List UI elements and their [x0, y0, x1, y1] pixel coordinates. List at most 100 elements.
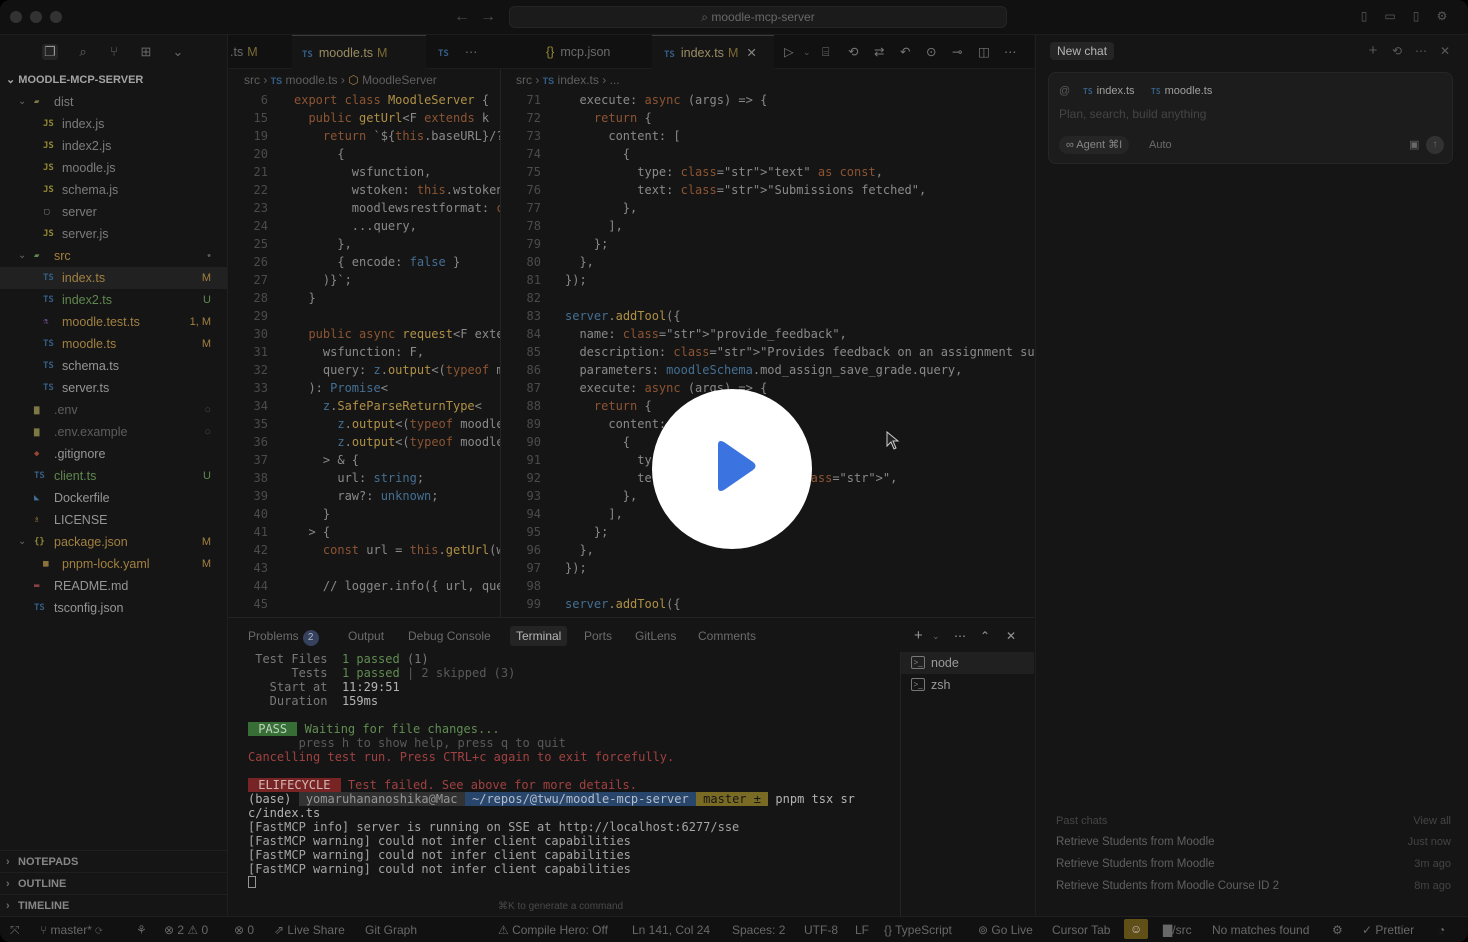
chevron-down-icon[interactable]: ⌄ — [803, 35, 811, 69]
folder-open-icon[interactable]: ⌸ — [822, 35, 830, 69]
tab-mcp-json[interactable]: {} mcp.json — [528, 35, 652, 69]
more-icon[interactable]: ⋯ — [1004, 35, 1017, 69]
problems-status[interactable]: ⊗ 2 ⚠ 0 — [164, 921, 208, 939]
add-icon[interactable]: + — [1366, 43, 1380, 58]
terminal-output[interactable]: Test Files 1 passed (1) Tests 1 passed |… — [248, 652, 903, 902]
file-row[interactable]: TS schema.ts — [0, 355, 227, 377]
gear-icon[interactable]: ⚙ — [1332, 921, 1343, 939]
gear-icon[interactable]: ⚙ — [1435, 9, 1449, 23]
tab-previous[interactable]: .ts M — [228, 35, 292, 69]
terminal-item-node[interactable]: >_ node — [901, 652, 1034, 674]
model-select[interactable]: Auto — [1149, 136, 1172, 154]
past-chat-item[interactable]: Retrieve Students from Moodle Just now — [1056, 836, 1451, 848]
chat-input-box[interactable]: @ TS index.ts TS moodle.ts Plan, search, b… — [1048, 72, 1453, 164]
chat-input-placeholder[interactable]: Plan, search, build anything — [1059, 107, 1206, 121]
prettier-status[interactable]: ✓ Prettier — [1362, 921, 1414, 939]
tab-overflow[interactable]: TS ⋯ — [426, 35, 516, 69]
folder-package-json[interactable]: ⌄{} package.json M — [0, 531, 227, 553]
close-icon[interactable]: ✕ — [1006, 626, 1016, 646]
go-live-status[interactable]: ⊚ Go Live — [978, 921, 1033, 939]
close-window-icon[interactable] — [10, 11, 22, 23]
section-notepads[interactable]: NOTEPADS — [0, 850, 228, 873]
commit-icon[interactable]: ⊙ — [926, 35, 936, 69]
file-row[interactable]: ◆ .gitignore — [0, 443, 227, 465]
folder-src[interactable]: ⌄ ▰ src • — [0, 245, 227, 267]
minimize-window-icon[interactable] — [30, 11, 42, 23]
copilot-icon[interactable]: ☺ — [1124, 919, 1149, 939]
search-matches-status[interactable]: No matches found — [1212, 921, 1309, 939]
image-icon[interactable]: ▣ — [1409, 137, 1419, 153]
maximize-panel-icon[interactable]: ⌃ — [980, 626, 990, 646]
file-row[interactable]: ♗ LICENSE — [0, 509, 227, 531]
file-row[interactable]: TS index2.ts U — [0, 289, 227, 311]
file-row[interactable]: ◣ Dockerfile — [0, 487, 227, 509]
tab-problems[interactable]: Problems 2 — [248, 626, 319, 646]
toggle-sidebar-icon[interactable]: ▯ — [1357, 9, 1371, 23]
past-chat-item[interactable]: Retrieve Students from Moodle 3m ago — [1056, 858, 1451, 870]
mention-icon[interactable]: @ — [1059, 83, 1070, 99]
past-chat-item[interactable]: Retrieve Students from Moodle Course ID … — [1056, 880, 1451, 892]
revert-icon[interactable]: ↶ — [900, 35, 910, 69]
compare-icon[interactable]: ⇄ — [874, 35, 884, 69]
tab-index-ts[interactable]: TS index.ts M ✕ — [652, 35, 774, 69]
tab-moodle-ts[interactable]: TS moodle.ts M — [292, 35, 426, 69]
project-root-header[interactable]: ⌄ MOODLE-MCP-SERVER — [0, 69, 227, 91]
files-icon[interactable]: ❐ — [42, 44, 58, 60]
file-row[interactable]: JS moodle.js — [0, 157, 227, 179]
folder-dist[interactable]: ⌄ ▰ dist — [0, 91, 227, 113]
compile-hero-status[interactable]: ⚠ Compile Hero: Off — [498, 921, 608, 939]
github-icon[interactable]: ⚘ — [136, 921, 147, 939]
source-control-icon[interactable]: ⑂ — [106, 44, 122, 60]
chevron-down-icon[interactable]: ⌄ — [932, 626, 940, 646]
tab-terminal[interactable]: Terminal — [510, 626, 568, 646]
context-file-chip[interactable]: TS moodle.ts — [1151, 83, 1212, 99]
agent-mode-select[interactable]: ∞ Agent ⌘I — [1059, 136, 1130, 154]
new-terminal-icon[interactable]: + — [914, 626, 923, 646]
folder-status[interactable]: ▇/src — [1163, 921, 1192, 939]
run-icon[interactable]: ▷ — [784, 35, 794, 69]
ports-status[interactable]: ⊗ 0 — [234, 921, 254, 939]
next-change-icon[interactable]: ⊸ — [952, 35, 962, 69]
play-button[interactable] — [652, 389, 812, 549]
file-row[interactable]: JS schema.js — [0, 179, 227, 201]
file-row[interactable]: JS server.js — [0, 223, 227, 245]
tab-output[interactable]: Output — [348, 626, 384, 646]
eol-status[interactable]: LF — [855, 921, 869, 939]
close-icon[interactable]: ✕ — [746, 46, 756, 60]
context-file-chip[interactable]: TS index.ts — [1083, 83, 1135, 99]
more-icon[interactable]: ⋯ — [465, 45, 478, 59]
more-icon[interactable]: ⋯ — [1414, 44, 1428, 58]
tab-new-chat[interactable]: New chat — [1050, 42, 1115, 60]
more-icon[interactable]: ⋯ — [954, 626, 966, 646]
file-row[interactable]: ▢ server — [0, 201, 227, 223]
file-row[interactable]: TS index.ts M — [0, 267, 227, 289]
file-row[interactable]: TS moodle.ts M — [0, 333, 227, 355]
indentation-status[interactable]: Spaces: 2 — [732, 921, 785, 939]
live-share-status[interactable]: ⇗ Live Share — [274, 921, 345, 939]
code-editor-left[interactable]: 6 15 19 20 21 22 23 24 25 26 27 28 29 30 31 32 33 34 35 36 3… — [228, 91, 500, 617]
notifications-icon[interactable]: ◔ — [1438, 921, 1445, 939]
send-button[interactable]: ↑ — [1426, 136, 1444, 154]
file-row[interactable]: ▬ README.md — [0, 575, 227, 597]
section-timeline[interactable]: TIMELINE — [0, 894, 228, 917]
toggle-panel-icon[interactable]: ▭ — [1383, 9, 1397, 23]
section-outline[interactable]: OUTLINE — [0, 872, 228, 895]
file-row[interactable]: JS index.js — [0, 113, 227, 135]
chevron-down-icon[interactable]: ⌄ — [170, 44, 186, 60]
history-icon[interactable]: ⟲ — [848, 35, 858, 69]
file-row[interactable]: ▆ .env ○ — [0, 399, 227, 421]
file-row[interactable]: ▦ pnpm-lock.yaml M — [0, 553, 227, 575]
terminal-item-zsh[interactable]: >_ zsh — [901, 674, 1034, 696]
view-all-link[interactable]: View all — [1413, 815, 1451, 827]
tab-comments[interactable]: Comments — [698, 626, 756, 646]
tab-debug-console[interactable]: Debug Console — [408, 626, 491, 646]
command-center-search[interactable]: ⌕ moodle-mcp-server — [509, 6, 1007, 28]
split-editor-icon[interactable]: ◫ — [978, 35, 990, 69]
maximize-window-icon[interactable] — [50, 11, 62, 23]
cursor-position-status[interactable]: Ln 141, Col 24 — [632, 921, 710, 939]
file-row[interactable]: ▆ .env.example ○ — [0, 421, 227, 443]
history-icon[interactable]: ⟲ — [1390, 44, 1404, 58]
file-row[interactable]: TS client.ts U — [0, 465, 227, 487]
close-icon[interactable]: ✕ — [1438, 44, 1452, 58]
file-row[interactable]: TS server.ts — [0, 377, 227, 399]
